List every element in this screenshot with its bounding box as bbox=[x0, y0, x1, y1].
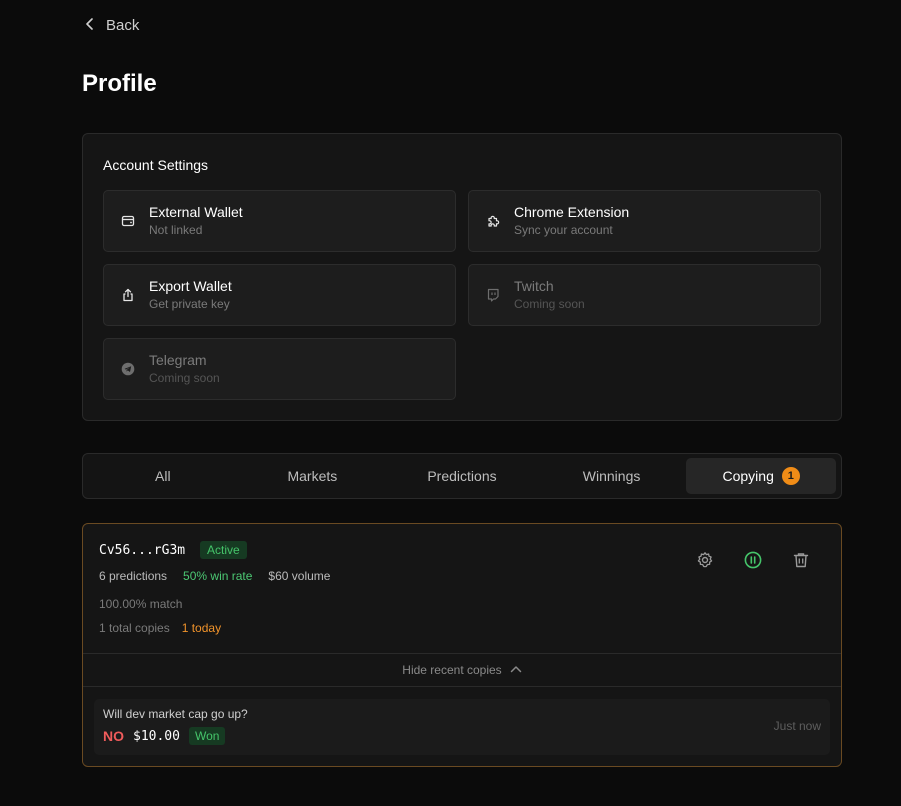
hide-recent-copies-toggle[interactable]: Hide recent copies bbox=[83, 653, 841, 687]
puzzle-icon bbox=[486, 214, 500, 228]
telegram-label: Telegram bbox=[149, 352, 207, 368]
trader-stats: 6 predictions 50% win rate $60 volume bbox=[99, 569, 330, 583]
export-wallet-label: Export Wallet bbox=[149, 278, 232, 294]
back-label: Back bbox=[106, 17, 140, 34]
external-wallet-label: External Wallet bbox=[149, 204, 243, 220]
match-percent: 100.00% match bbox=[99, 597, 183, 611]
win-rate: 50% win rate bbox=[183, 569, 253, 583]
account-settings-title: Account Settings bbox=[103, 157, 209, 173]
profile-tabs: All Markets Predictions Winnings Copying… bbox=[82, 453, 842, 499]
recent-copy-details: NO $10.00 Won bbox=[103, 727, 226, 745]
account-settings-card: Account Settings External Wallet Not lin… bbox=[82, 133, 842, 421]
tab-predictions-label: Predictions bbox=[427, 468, 497, 484]
profile-page: Back Profile Account Settings External W… bbox=[0, 0, 901, 806]
telegram-tile: Telegram Coming soon bbox=[103, 338, 456, 400]
twitch-label: Twitch bbox=[514, 278, 554, 294]
status-badge: Active bbox=[200, 541, 247, 559]
total-copies: 1 total copies bbox=[99, 621, 170, 635]
tab-winnings[interactable]: Winnings bbox=[537, 458, 687, 494]
recent-copy-result-badge: Won bbox=[188, 727, 226, 745]
tab-copying-label: Copying bbox=[722, 468, 774, 484]
settings-button[interactable] bbox=[695, 551, 715, 574]
trader-address: Cv56...rG3m bbox=[99, 543, 186, 558]
back-button[interactable]: Back bbox=[84, 17, 139, 34]
chevron-up-icon bbox=[510, 663, 522, 678]
external-wallet-tile[interactable]: External Wallet Not linked bbox=[103, 190, 456, 252]
card-actions bbox=[695, 551, 811, 574]
telegram-icon bbox=[121, 362, 135, 376]
chrome-extension-sub: Sync your account bbox=[514, 223, 613, 237]
tab-predictions[interactable]: Predictions bbox=[387, 458, 537, 494]
recent-copy-item[interactable]: Will dev market cap go up? NO $10.00 Won… bbox=[94, 699, 830, 755]
wallet-icon bbox=[121, 214, 135, 228]
external-wallet-sub: Not linked bbox=[149, 223, 203, 237]
tab-winnings-label: Winnings bbox=[582, 468, 641, 484]
tab-copying[interactable]: Copying 1 bbox=[686, 458, 836, 494]
volume: $60 volume bbox=[268, 569, 331, 583]
twitch-sub: Coming soon bbox=[514, 297, 585, 311]
recent-copy-time: Just now bbox=[773, 719, 821, 733]
copy-trader-card: Cv56...rG3m Active 6 predictions 50% win… bbox=[82, 523, 842, 767]
tab-markets[interactable]: Markets bbox=[238, 458, 388, 494]
tab-markets-label: Markets bbox=[287, 468, 338, 484]
twitch-icon bbox=[486, 288, 500, 302]
twitch-tile: Twitch Coming soon bbox=[468, 264, 821, 326]
tab-all-label: All bbox=[155, 468, 171, 484]
today-copies: 1 today bbox=[181, 621, 222, 635]
recent-copy-amount: $10.00 bbox=[133, 728, 180, 744]
chrome-extension-tile[interactable]: Chrome Extension Sync your account bbox=[468, 190, 821, 252]
predictions-count: 6 predictions bbox=[99, 569, 168, 583]
copying-count-badge: 1 bbox=[781, 467, 800, 485]
pause-icon bbox=[744, 551, 762, 574]
trash-icon bbox=[792, 551, 810, 574]
pause-button[interactable] bbox=[743, 551, 763, 574]
export-icon bbox=[121, 288, 135, 302]
toggle-label: Hide recent copies bbox=[402, 663, 502, 677]
export-wallet-tile[interactable]: Export Wallet Get private key bbox=[103, 264, 456, 326]
export-wallet-sub: Get private key bbox=[149, 297, 230, 311]
recent-copy-side: NO bbox=[103, 728, 124, 744]
tab-all[interactable]: All bbox=[88, 458, 238, 494]
recent-copy-question: Will dev market cap go up? bbox=[103, 707, 248, 721]
chevron-left-icon bbox=[84, 17, 96, 34]
gear-icon bbox=[696, 551, 714, 574]
delete-button[interactable] bbox=[791, 552, 811, 572]
telegram-sub: Coming soon bbox=[149, 371, 220, 385]
chrome-extension-label: Chrome Extension bbox=[514, 204, 630, 220]
copy-counts: 1 total copies 1 today bbox=[99, 621, 221, 635]
page-title: Profile bbox=[82, 70, 157, 97]
